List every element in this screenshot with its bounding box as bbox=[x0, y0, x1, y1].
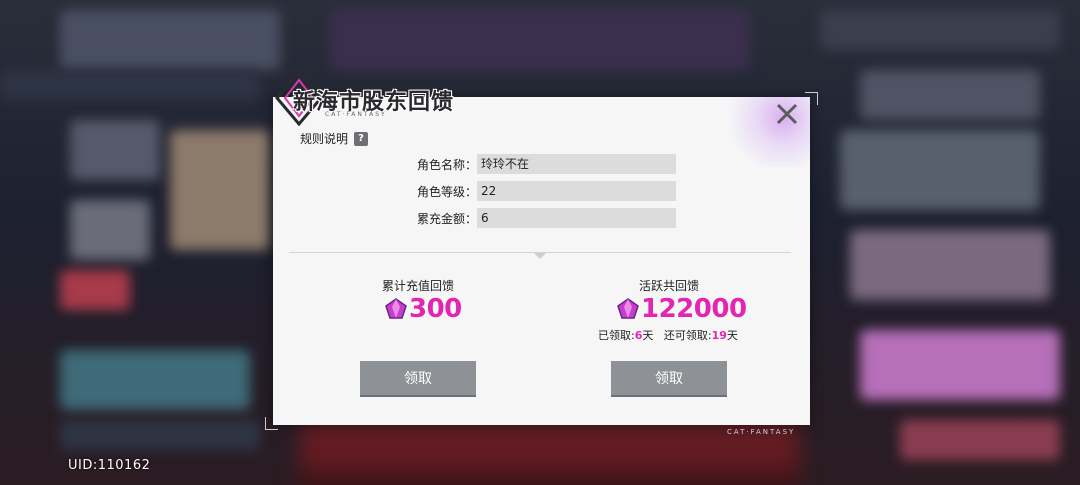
field-label: 角色等级： bbox=[416, 184, 477, 199]
amount-value: 300 bbox=[409, 294, 462, 324]
help-icon: ? bbox=[354, 131, 369, 146]
remaining-label: 还可领取: bbox=[663, 329, 712, 342]
rules-link[interactable]: 规则说明 ? bbox=[300, 130, 369, 147]
diamond-icon bbox=[617, 298, 639, 319]
recharge-reward-title: 累计充值回馈 bbox=[381, 279, 454, 293]
field-value: 6 bbox=[477, 208, 676, 228]
rules-label: 规则说明 bbox=[300, 132, 349, 146]
field-label: 累充金额： bbox=[416, 211, 477, 226]
field-role-level: 角色等级： 22 bbox=[400, 181, 676, 201]
amount-value: 122000 bbox=[641, 294, 747, 324]
dialog-title-sub: CAT·FANTASY bbox=[325, 111, 387, 118]
field-role-name: 角色名称： 玲玲不在 bbox=[400, 154, 676, 174]
activity-reward-title: 活跃共回馈 bbox=[638, 279, 699, 293]
diamond-icon bbox=[385, 298, 407, 319]
field-value: 玲玲不在 bbox=[477, 154, 676, 174]
remaining-unit: 天 bbox=[726, 329, 738, 342]
remaining-value: 19 bbox=[711, 329, 727, 342]
divider-arrow-icon bbox=[534, 253, 546, 259]
corner-bracket bbox=[265, 417, 278, 430]
field-label: 角色名称： bbox=[416, 157, 477, 172]
claim-recharge-button[interactable]: 领取 bbox=[360, 361, 476, 397]
claimed-label: 已领取: bbox=[598, 329, 635, 342]
footer-brand: CAT·FANTASY bbox=[727, 428, 796, 436]
uid-label: UID:110162 bbox=[68, 458, 151, 473]
corner-bracket bbox=[805, 92, 818, 105]
recharge-reward-amount: 300 bbox=[383, 294, 462, 324]
dialog-title-area: 新海市股东回馈 CAT·FANTASY bbox=[273, 70, 533, 130]
activity-reward-amount: 122000 bbox=[615, 294, 747, 324]
close-icon[interactable] bbox=[774, 101, 800, 127]
claimed-unit: 天 bbox=[642, 329, 654, 342]
claim-activity-button[interactable]: 领取 bbox=[611, 361, 727, 397]
field-value: 22 bbox=[477, 181, 676, 201]
field-total-recharge: 累充金额： 6 bbox=[400, 208, 676, 228]
claim-progress: 已领取:6天 还可领取:19天 bbox=[598, 327, 738, 343]
